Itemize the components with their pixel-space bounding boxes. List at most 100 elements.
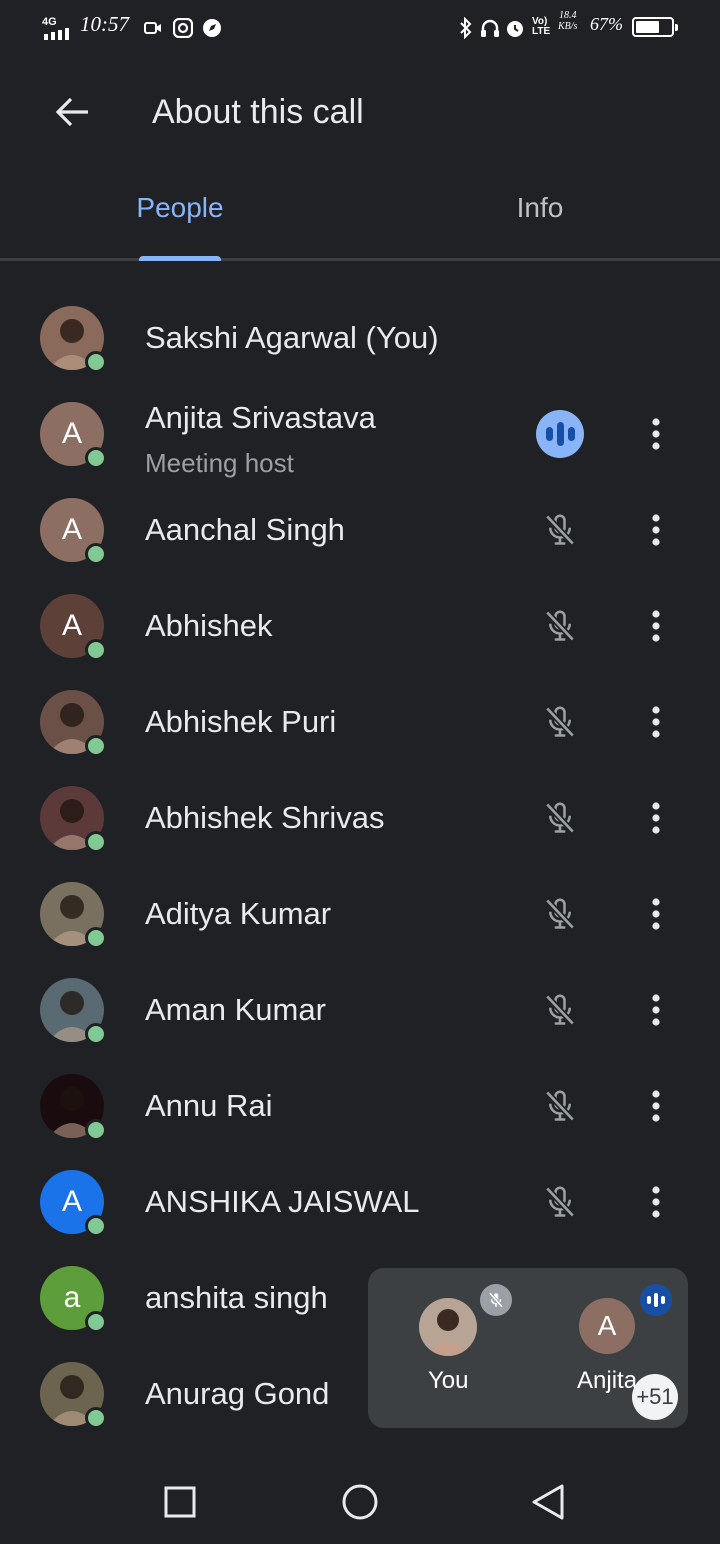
volte-indicator: Vo) LTE bbox=[532, 16, 551, 37]
audio-level-icon bbox=[536, 410, 584, 458]
mic-off-icon bbox=[545, 1090, 575, 1122]
avatar bbox=[40, 978, 107, 1045]
participant-row[interactable]: Sakshi Agarwal (You) bbox=[0, 290, 720, 386]
back-nav-button[interactable] bbox=[524, 1480, 572, 1524]
participant-name: Abhishek Puri bbox=[145, 704, 337, 739]
host-label: Anjita bbox=[577, 1367, 638, 1394]
more-vert-icon bbox=[652, 610, 660, 642]
participant-more-button[interactable] bbox=[632, 886, 680, 942]
muted-indicator bbox=[532, 598, 588, 654]
online-status-dot bbox=[85, 639, 107, 661]
self-avatar bbox=[419, 1298, 477, 1356]
online-status-dot bbox=[85, 1023, 107, 1045]
participant-more-button[interactable] bbox=[632, 1078, 680, 1134]
more-vert-icon bbox=[652, 706, 660, 738]
self-muted-badge bbox=[480, 1284, 512, 1316]
participant-name: Aman Kumar bbox=[145, 992, 326, 1027]
more-vert-icon bbox=[652, 898, 660, 930]
tab-bar: People Info bbox=[0, 168, 720, 261]
headphones-icon bbox=[481, 19, 499, 37]
participant-more-button[interactable] bbox=[632, 790, 680, 846]
muted-indicator bbox=[532, 982, 588, 1038]
participant-name: Sakshi Agarwal (You) bbox=[145, 320, 439, 355]
participant-row[interactable]: Annu Rai bbox=[0, 1058, 720, 1154]
online-status-dot bbox=[85, 831, 107, 853]
muted-indicator bbox=[532, 502, 588, 558]
participant-more-button[interactable] bbox=[632, 694, 680, 750]
avatar bbox=[40, 882, 107, 949]
avatar: A bbox=[40, 1170, 107, 1237]
avatar bbox=[40, 1362, 107, 1429]
app-bar: About this call bbox=[0, 56, 720, 168]
speed-unit: KB/s bbox=[558, 21, 578, 32]
avatar-letter: A bbox=[61, 1185, 82, 1218]
participant-more-button[interactable] bbox=[632, 406, 680, 462]
more-vert-icon bbox=[652, 802, 660, 834]
instagram-icon bbox=[173, 18, 193, 38]
compass-icon bbox=[203, 19, 221, 37]
online-status-dot bbox=[85, 447, 107, 469]
participant-row[interactable]: A Abhishek bbox=[0, 578, 720, 674]
avatar-letter: a bbox=[63, 1281, 81, 1314]
avatar-letter: A bbox=[61, 417, 82, 450]
avatar bbox=[40, 1074, 107, 1141]
square-icon bbox=[164, 1486, 196, 1518]
more-vert-icon bbox=[652, 1186, 660, 1218]
participant-row[interactable]: A ANSHIKA JAISWAL bbox=[0, 1154, 720, 1250]
system-nav-bar bbox=[0, 1458, 720, 1544]
tab-info[interactable]: Info bbox=[360, 192, 720, 258]
online-status-dot bbox=[85, 927, 107, 949]
circle-icon bbox=[342, 1484, 378, 1520]
more-vert-icon bbox=[652, 418, 660, 450]
participant-name: Anurag Gond bbox=[145, 1376, 330, 1411]
tab-info-label: Info bbox=[516, 192, 564, 223]
host-speaking-badge bbox=[640, 1284, 672, 1316]
status-bar: 4G 10:57 Vo) LTE 18.4 KB/s 67% bbox=[0, 0, 720, 56]
online-status-dot bbox=[85, 543, 107, 565]
tab-people[interactable]: People bbox=[0, 192, 360, 258]
avatar: A bbox=[40, 498, 107, 565]
avatar: A bbox=[40, 402, 107, 469]
avatar bbox=[40, 786, 107, 853]
participant-name: Abhishek bbox=[145, 608, 273, 643]
online-status-dot bbox=[85, 1119, 107, 1141]
avatar-letter: A bbox=[61, 513, 82, 546]
participant-row[interactable]: Aman Kumar bbox=[0, 962, 720, 1058]
muted-indicator bbox=[532, 694, 588, 750]
mic-off-icon bbox=[545, 610, 575, 642]
video-icon bbox=[144, 22, 161, 34]
online-status-dot bbox=[85, 1311, 107, 1333]
participant-more-button[interactable] bbox=[632, 598, 680, 654]
participant-name: Aditya Kumar bbox=[145, 896, 332, 931]
participant-more-button[interactable] bbox=[632, 502, 680, 558]
participant-row[interactable]: A Aanchal Singh bbox=[0, 482, 720, 578]
triangle-back-icon bbox=[532, 1484, 564, 1520]
host-avatar: A bbox=[579, 1298, 635, 1354]
back-button[interactable] bbox=[40, 84, 104, 140]
self-label: You bbox=[428, 1367, 469, 1394]
recents-button[interactable] bbox=[156, 1480, 204, 1524]
participant-row[interactable]: A Anjita Srivastava Meeting host bbox=[0, 386, 720, 482]
call-preview-card[interactable]: You A Anjita +51 bbox=[368, 1268, 688, 1428]
signal-icon bbox=[44, 28, 69, 40]
participant-name: Abhishek Shrivas bbox=[145, 800, 385, 835]
participant-name: Annu Rai bbox=[145, 1088, 273, 1123]
participant-role: Meeting host bbox=[145, 448, 294, 478]
page-title: About this call bbox=[152, 93, 364, 131]
participant-row[interactable]: Aditya Kumar bbox=[0, 866, 720, 962]
network-speed: 18.4 KB/s bbox=[558, 10, 577, 32]
battery-percent: 67% bbox=[590, 14, 623, 34]
home-button[interactable] bbox=[336, 1480, 384, 1524]
speed-value: 18.4 bbox=[558, 10, 577, 21]
tab-people-label: People bbox=[136, 192, 224, 223]
participant-row[interactable]: Abhishek Shrivas bbox=[0, 770, 720, 866]
participant-more-button[interactable] bbox=[632, 982, 680, 1038]
mic-off-icon bbox=[545, 514, 575, 546]
more-participants-badge: +51 bbox=[632, 1374, 678, 1420]
participant-row[interactable]: Abhishek Puri bbox=[0, 674, 720, 770]
participant-name: ANSHIKA JAISWAL bbox=[145, 1184, 420, 1219]
muted-indicator bbox=[532, 1174, 588, 1230]
participant-more-button[interactable] bbox=[632, 1174, 680, 1230]
muted-indicator bbox=[532, 790, 588, 846]
bluetooth-icon bbox=[460, 17, 472, 39]
